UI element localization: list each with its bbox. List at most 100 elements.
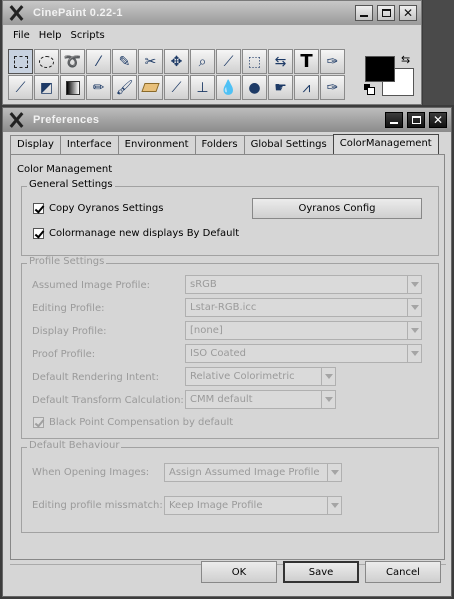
move-icon: ✥ xyxy=(170,53,183,70)
menu-scripts[interactable]: Scripts xyxy=(71,27,105,45)
swap-colors-icon[interactable]: ⇆ xyxy=(401,53,410,66)
chevron-down-icon xyxy=(327,464,341,481)
default-behaviour-group: Default Behaviour xyxy=(21,440,439,533)
display-profile-combo[interactable]: [none] xyxy=(185,321,422,340)
general-settings-title: General Settings xyxy=(27,179,115,190)
maximize-button[interactable] xyxy=(377,5,395,21)
tab-global-settings[interactable]: Global Settings xyxy=(243,135,334,154)
proof-profile-combo[interactable]: ISO Coated xyxy=(185,344,422,363)
menu-file[interactable]: File xyxy=(13,27,30,45)
toolbox-title: CinePaint 0.22-1 xyxy=(33,7,123,19)
bucket-fill-icon: ◩ xyxy=(39,79,54,96)
maximize-button[interactable] xyxy=(407,112,425,128)
menu-help[interactable]: Help xyxy=(39,27,62,45)
assumed-image-profile-label: Assumed Image Profile: xyxy=(32,280,150,291)
eraser-tool[interactable] xyxy=(138,75,163,100)
pencil-tool[interactable]: ✏ xyxy=(86,75,111,100)
checkbox-box[interactable] xyxy=(33,203,44,214)
smudge-tool[interactable]: ☛ xyxy=(268,75,293,100)
profile-mismatch-value: Keep Image Profile xyxy=(169,500,263,511)
section-heading: Color Management xyxy=(17,164,113,175)
dodge-burn-icon: ● xyxy=(248,79,261,96)
crop-tool[interactable]: ⟋ xyxy=(216,49,241,74)
tab-folders[interactable]: Folders xyxy=(194,135,245,154)
ok-button[interactable]: OK xyxy=(201,561,277,583)
app-logo-icon xyxy=(7,111,25,129)
transform-calculation-combo[interactable]: CMM default xyxy=(185,390,336,409)
dodge-burn-tool[interactable]: ● xyxy=(242,75,267,100)
scissors-icon: ✂ xyxy=(144,53,157,70)
transform-tool[interactable]: ⬚ xyxy=(242,49,267,74)
blur-tool[interactable]: 💧 xyxy=(216,75,241,100)
rect-select-icon xyxy=(13,55,28,68)
airbrush-tool[interactable]: ⟋ xyxy=(164,75,189,100)
ellipse-select-icon xyxy=(39,55,54,68)
rendering-intent-value: Relative Colorimetric xyxy=(190,371,295,382)
chevron-down-icon xyxy=(407,299,421,316)
measure-tool[interactable]: ⩘ xyxy=(294,75,319,100)
rect-select-tool[interactable] xyxy=(8,49,33,74)
tab-environment[interactable]: Environment xyxy=(117,135,196,154)
magnify-tool[interactable]: ⌕ xyxy=(190,49,215,74)
profile-settings-title: Profile Settings xyxy=(27,256,107,267)
ellipse-select-tool[interactable] xyxy=(34,49,59,74)
scissors-tool[interactable]: ✂ xyxy=(138,49,163,74)
gradient-tool[interactable] xyxy=(60,75,85,100)
black-point-label: Black Point Compensation by default xyxy=(49,417,234,428)
checkbox-box[interactable] xyxy=(33,228,44,239)
assumed-image-profile-value: sRGB xyxy=(190,279,217,290)
minimize-button[interactable] xyxy=(355,5,373,21)
close-button[interactable]: ✕ xyxy=(399,5,417,21)
airbrush-icon: ⟋ xyxy=(171,79,182,96)
assumed-image-profile-combo[interactable]: sRGB xyxy=(185,275,422,294)
eyedropper-tool[interactable]: ⟋ xyxy=(8,75,33,100)
tab-display[interactable]: Display xyxy=(10,135,61,154)
toolbox-window: CinePaint 0.22-1 ✕ File Help Scripts ➰ ⁄… xyxy=(2,0,422,105)
lasso-tool[interactable]: ➰ xyxy=(60,49,85,74)
eyedropper-icon: ⟋ xyxy=(15,79,26,96)
chevron-down-icon xyxy=(407,322,421,339)
color-swatches: ⇆ xyxy=(363,53,418,98)
minimize-button[interactable] xyxy=(385,112,403,128)
tab-color-management[interactable]: ColorManagement xyxy=(332,134,439,155)
menubar: File Help Scripts xyxy=(3,27,105,45)
tab-interface[interactable]: Interface xyxy=(59,135,119,154)
brush-tool[interactable]: 🖌 xyxy=(112,75,137,100)
display-profile-value: [none] xyxy=(190,325,223,336)
clone-tool[interactable]: ⊥ xyxy=(190,75,215,100)
color-picker-icon: ✑ xyxy=(326,53,339,70)
pencil-icon: ✏ xyxy=(92,79,105,96)
save-button[interactable]: Save xyxy=(283,561,359,583)
text-tool[interactable]: T xyxy=(294,49,319,74)
gradient-icon xyxy=(65,80,80,95)
general-settings-group: General Settings xyxy=(21,179,439,256)
opening-images-value: Assign Assumed Image Profile xyxy=(169,467,320,478)
chevron-down-icon xyxy=(321,368,335,385)
profile-mismatch-combo[interactable]: Keep Image Profile xyxy=(164,496,342,515)
chevron-down-icon xyxy=(321,391,335,408)
flip-tool[interactable]: ⇆ xyxy=(268,49,293,74)
magic-wand-tool[interactable]: ⁄ xyxy=(86,49,111,74)
bucket-fill-tool[interactable]: ◩ xyxy=(34,75,59,100)
bezier-tool[interactable]: ✎ xyxy=(112,49,137,74)
oyranos-config-button[interactable]: Oyranos Config xyxy=(252,198,422,219)
toolbox-titlebar[interactable]: CinePaint 0.22-1 ✕ xyxy=(3,1,421,25)
default-colors-icon[interactable] xyxy=(364,84,375,95)
preferences-title: Preferences xyxy=(33,114,100,126)
chevron-down-icon xyxy=(407,345,421,362)
opening-images-combo[interactable]: Assign Assumed Image Profile xyxy=(164,463,342,482)
editing-profile-combo[interactable]: Lstar-RGB.icc xyxy=(185,298,422,317)
move-tool[interactable]: ✥ xyxy=(164,49,189,74)
close-button[interactable]: ✕ xyxy=(429,112,447,128)
checkbox-box[interactable] xyxy=(33,417,44,428)
rendering-intent-combo[interactable]: Relative Colorimetric xyxy=(185,367,336,386)
color-picker-tool[interactable]: ✑ xyxy=(320,49,345,74)
flip-icon: ⇆ xyxy=(274,53,287,70)
copy-oyranos-checkbox[interactable]: Copy Oyranos Settings xyxy=(33,203,163,214)
cancel-button[interactable]: Cancel xyxy=(365,561,441,583)
black-point-checkbox[interactable]: Black Point Compensation by default xyxy=(33,417,233,428)
foreground-color-swatch[interactable] xyxy=(365,56,395,82)
preferences-titlebar[interactable]: Preferences ✕ xyxy=(3,108,451,132)
colormanage-new-checkbox[interactable]: Colormanage new displays By Default xyxy=(33,228,239,239)
spline-tool[interactable]: ✑ xyxy=(320,75,345,100)
